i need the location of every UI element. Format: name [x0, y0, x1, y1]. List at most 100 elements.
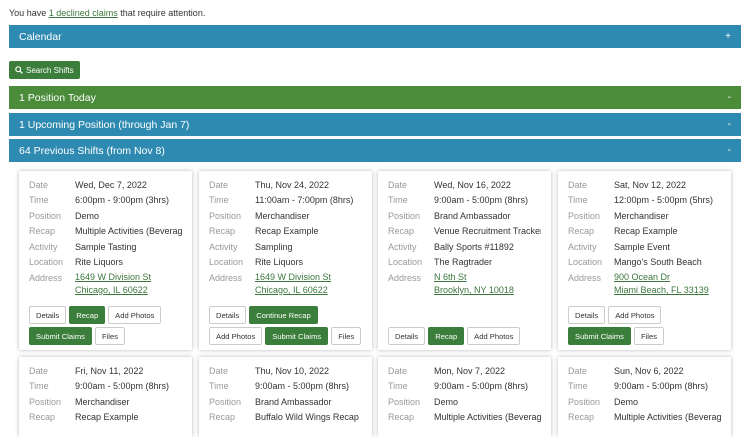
- date-label: Date: [209, 179, 229, 190]
- address-line-2: Chicago, IL 60622: [255, 285, 328, 295]
- shift-activity: Sample Event: [614, 241, 671, 252]
- files-button[interactable]: Files: [94, 327, 125, 345]
- shift-card: Date Mon, Nov 7, 2022 Time 9:00am - 5:00pm…: [378, 357, 551, 437]
- shift-position: Merchandiser: [75, 396, 130, 407]
- date-label: Date: [388, 365, 408, 376]
- shift-recap: Multiple Activities (Beverage): [75, 226, 182, 237]
- collapse-icon[interactable]: -: [728, 92, 731, 103]
- upcoming-panel-header[interactable]: 1 Upcoming Position (through Jan 7) -: [9, 113, 741, 136]
- position-label: Position: [29, 396, 62, 407]
- shift-card: Date Wed, Dec 7, 2022 Time 6:00pm - 9:00pm…: [19, 171, 192, 350]
- shift-time: 11:00am - 7:00pm (8hrs): [255, 195, 354, 206]
- shift-address-link[interactable]: N 6th St Brooklyn, NY 10018: [434, 271, 514, 297]
- shift-position: Merchandiser: [255, 210, 310, 221]
- time-label: Time: [388, 195, 408, 206]
- add-photos-button[interactable]: Add Photos: [209, 327, 263, 345]
- details-button[interactable]: Details: [388, 327, 426, 345]
- shift-date: Mon, Nov 7, 2022: [434, 365, 506, 376]
- shift-activity: Sampling: [255, 241, 293, 252]
- date-label: Date: [29, 365, 49, 376]
- details-button[interactable]: Details: [209, 306, 247, 324]
- notice-suffix: that require attention.: [117, 8, 206, 18]
- shift-date: Sun, Nov 6, 2022: [614, 365, 684, 376]
- position-label: Position: [388, 210, 421, 221]
- recap-label: Recap: [568, 226, 595, 237]
- declined-claims-link[interactable]: 1 declined claims: [49, 8, 118, 18]
- shift-position: Brand Ambassador: [434, 210, 511, 221]
- recap-label: Recap: [209, 226, 236, 237]
- address-label: Address: [388, 273, 422, 283]
- shift-recap: Multiple Activities (Beverage): [614, 412, 721, 423]
- shift-date: Wed, Dec 7, 2022: [75, 179, 147, 190]
- shift-card: Date Sat, Nov 12, 2022 Time 12:00pm - 5:00…: [558, 171, 731, 350]
- activity-label: Activity: [209, 241, 238, 252]
- shift-card: Date Thu, Nov 10, 2022 Time 9:00am - 5:00p…: [199, 357, 372, 437]
- address-label: Address: [568, 273, 602, 283]
- shift-position: Demo: [434, 396, 459, 407]
- time-label: Time: [568, 381, 588, 392]
- address-line-1: N 6th St: [434, 272, 467, 282]
- today-title: 1 Position Today: [19, 91, 96, 104]
- search-shifts-button[interactable]: Search Shifts: [9, 61, 80, 79]
- continue-recap-button[interactable]: Continue Recap: [249, 306, 318, 324]
- shift-location: Rite Liquors: [75, 257, 124, 268]
- shift-time: 9:00am - 5:00pm (8hrs): [75, 381, 170, 392]
- add-photos-button[interactable]: Add Photos: [608, 306, 662, 324]
- shift-date: Wed, Nov 16, 2022: [434, 179, 511, 190]
- shift-time: 9:00am - 5:00pm (8hrs): [614, 381, 709, 392]
- position-label: Position: [209, 210, 242, 221]
- shift-location: Rite Liquors: [255, 257, 304, 268]
- recap-label: Recap: [29, 412, 56, 423]
- collapse-icon[interactable]: -: [728, 119, 731, 130]
- shift-recap: Buffalo Wild Wings Recap: [255, 412, 359, 423]
- files-button[interactable]: Files: [633, 327, 664, 345]
- submit-claims-button[interactable]: Submit Claims: [568, 327, 631, 345]
- recap-button[interactable]: Recap: [428, 327, 465, 345]
- add-photos-button[interactable]: Add Photos: [108, 306, 162, 324]
- shift-address-link[interactable]: 1649 W Division St Chicago, IL 60622: [75, 271, 151, 297]
- shift-address-link[interactable]: 900 Ocean Dr Miami Beach, FL 33139: [614, 271, 709, 297]
- expand-icon[interactable]: +: [725, 31, 731, 42]
- search-shifts-label: Search Shifts: [26, 65, 74, 75]
- recap-label: Recap: [388, 412, 415, 423]
- submit-claims-button[interactable]: Submit Claims: [29, 327, 92, 345]
- previous-title: 64 Previous Shifts (from Nov 8): [19, 144, 165, 157]
- submit-claims-button[interactable]: Submit Claims: [265, 327, 329, 345]
- time-label: Time: [388, 381, 408, 392]
- address-label: Address: [209, 273, 243, 283]
- details-button[interactable]: Details: [29, 306, 67, 324]
- date-label: Date: [568, 179, 588, 190]
- shift-position: Merchandiser: [614, 210, 669, 221]
- shift-time: 9:00am - 5:00pm (8hrs): [255, 381, 350, 392]
- recap-label: Recap: [29, 226, 56, 237]
- time-label: Time: [209, 195, 229, 206]
- shift-recap: Venue Recruitment Tracker: [434, 226, 541, 237]
- position-label: Position: [29, 210, 62, 221]
- address-line-2: Miami Beach, FL 33139: [614, 285, 709, 295]
- time-label: Time: [29, 381, 49, 392]
- recap-button[interactable]: Recap: [69, 306, 106, 324]
- shift-address-link[interactable]: 1649 W Division St Chicago, IL 60622: [255, 271, 331, 297]
- shift-position: Demo: [614, 396, 639, 407]
- add-photos-button[interactable]: Add Photos: [467, 327, 521, 345]
- shift-recap: Recap Example: [614, 226, 678, 237]
- today-panel-header[interactable]: 1 Position Today -: [9, 86, 741, 109]
- address-line-1: 1649 W Division St: [75, 272, 152, 282]
- shift-date: Fri, Nov 11, 2022: [75, 365, 144, 376]
- address-line-2: Chicago, IL 60622: [75, 285, 148, 295]
- previous-panel-header[interactable]: 64 Previous Shifts (from Nov 8) -: [9, 139, 741, 162]
- address-line-1: 1649 W Division St: [255, 272, 332, 282]
- calendar-panel-header[interactable]: Calendar +: [9, 25, 741, 48]
- address-label: Address: [29, 273, 63, 283]
- details-button[interactable]: Details: [568, 306, 606, 324]
- shift-card: Date Wed, Nov 16, 2022 Time 9:00am - 5:00p…: [378, 171, 551, 350]
- attention-notice: You have 1 declined claims that require …: [9, 8, 205, 18]
- collapse-icon[interactable]: -: [728, 145, 731, 156]
- calendar-title: Calendar: [19, 30, 62, 43]
- date-label: Date: [568, 365, 588, 376]
- shift-activity: Bally Sports #11892: [434, 241, 514, 252]
- files-button[interactable]: Files: [331, 327, 362, 345]
- notice-prefix: You have: [9, 8, 49, 18]
- time-label: Time: [209, 381, 229, 392]
- activity-label: Activity: [29, 241, 58, 252]
